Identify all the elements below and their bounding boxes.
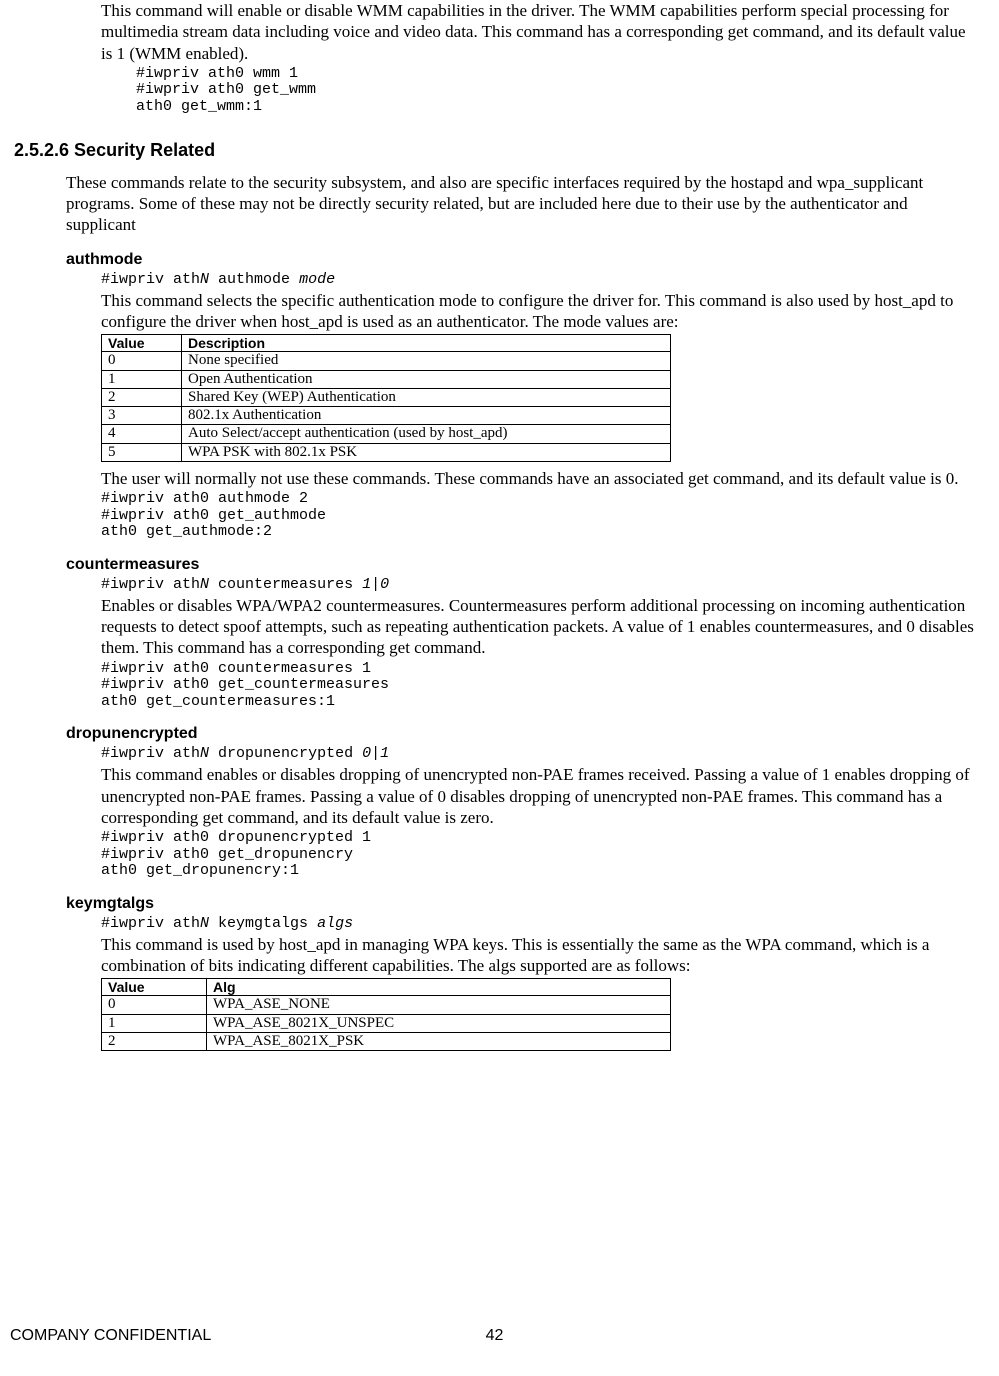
section-intro-text: These commands relate to the security su… — [66, 172, 979, 236]
authmode-syntax: #iwpriv athN authmode mode — [101, 271, 979, 288]
table-row: 4Auto Select/accept authentication (used… — [102, 425, 671, 443]
dropunencrypted-example-code: #iwpriv ath0 dropunencrypted 1 #iwpriv a… — [101, 830, 979, 880]
keymgtalgs-syntax: #iwpriv athN keymgtalgs algs — [101, 915, 979, 932]
wmm-block: This command will enable or disable WMM … — [101, 0, 979, 115]
authmode-table: Value Description 0None specified 1Open … — [101, 334, 671, 462]
table-row: 2WPA_ASE_8021X_PSK — [102, 1032, 671, 1050]
table-header-value: Value — [102, 979, 207, 996]
table-header-row: Value Alg — [102, 979, 671, 996]
wmm-description: This command will enable or disable WMM … — [101, 0, 979, 64]
authmode-after-text: The user will normally not use these com… — [101, 468, 979, 489]
table-row: 1Open Authentication — [102, 370, 671, 388]
dropunencrypted-syntax: #iwpriv athN dropunencrypted 0|1 — [101, 745, 979, 762]
table-header-value: Value — [102, 335, 182, 352]
authmode-heading: authmode — [66, 250, 979, 270]
authmode-description: This command selects the specific authen… — [101, 290, 979, 333]
table-header-description: Description — [182, 335, 671, 352]
table-row: 2Shared Key (WEP) Authentication — [102, 388, 671, 406]
wmm-example-code: #iwpriv ath0 wmm 1 #iwpriv ath0 get_wmm … — [136, 66, 979, 116]
authmode-example-code: #iwpriv ath0 authmode 2 #iwpriv ath0 get… — [101, 491, 979, 541]
table-row: 0None specified — [102, 352, 671, 370]
keymgtalgs-table: Value Alg 0WPA_ASE_NONE 1WPA_ASE_8021X_U… — [101, 978, 671, 1051]
keymgtalgs-description: This command is used by host_apd in mana… — [101, 934, 979, 977]
table-row: 5WPA PSK with 802.1x PSK — [102, 443, 671, 461]
table-header-alg: Alg — [207, 979, 671, 996]
countermeasures-example-code: #iwpriv ath0 countermeasures 1 #iwpriv a… — [101, 661, 979, 711]
page-footer: COMPANY CONFIDENTIAL 42 — [10, 1326, 979, 1346]
footer-page-number: 42 — [486, 1326, 504, 1346]
keymgtalgs-heading: keymgtalgs — [66, 894, 979, 914]
document-page: This command will enable or disable WMM … — [0, 0, 999, 1376]
countermeasures-syntax: #iwpriv athN countermeasures 1|0 — [101, 576, 979, 593]
footer-confidential-label: COMPANY CONFIDENTIAL — [10, 1327, 211, 1344]
table-header-row: Value Description — [102, 335, 671, 352]
section-heading-security-related: 2.5.2.6 Security Related — [14, 139, 979, 162]
countermeasures-heading: countermeasures — [66, 555, 979, 575]
table-row: 0WPA_ASE_NONE — [102, 996, 671, 1014]
dropunencrypted-heading: dropunencrypted — [66, 724, 979, 744]
dropunencrypted-description: This command enables or disables droppin… — [101, 764, 979, 828]
countermeasures-description: Enables or disables WPA/WPA2 countermeas… — [101, 595, 979, 659]
table-row: 3802.1x Authentication — [102, 407, 671, 425]
table-row: 1WPA_ASE_8021X_UNSPEC — [102, 1014, 671, 1032]
